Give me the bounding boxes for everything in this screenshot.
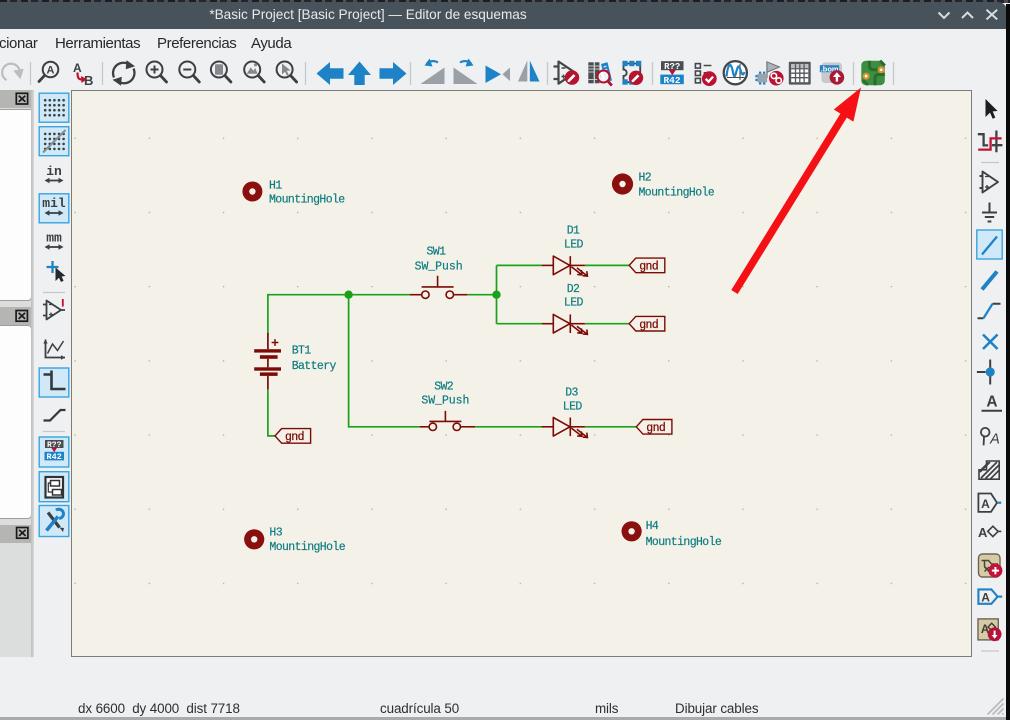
svg-text:A: A: [981, 590, 990, 604]
svg-text:H2: H2: [639, 172, 652, 185]
svg-text:SW_Push: SW_Push: [415, 261, 463, 274]
svg-text:SW_Push: SW_Push: [421, 395, 469, 408]
svg-text:gnd: gnd: [639, 261, 658, 274]
svg-text:H1: H1: [269, 180, 282, 193]
svg-text:Battery: Battery: [292, 360, 337, 373]
svg-text:MountingHole: MountingHole: [646, 536, 722, 549]
svg-text:A: A: [986, 394, 997, 411]
svg-text:H4: H4: [646, 520, 659, 533]
svg-text:gnd: gnd: [639, 319, 658, 332]
svg-text:R42: R42: [47, 452, 62, 462]
svg-text:MountingHole: MountingHole: [269, 541, 345, 554]
svg-text:gnd: gnd: [285, 431, 304, 444]
svg-text:gnd: gnd: [646, 422, 665, 435]
svg-text:MountingHole: MountingHole: [269, 194, 345, 207]
svg-text:in: in: [46, 164, 62, 179]
svg-text:B: B: [84, 73, 93, 88]
svg-text:mm: mm: [46, 231, 62, 246]
svg-text:D2: D2: [567, 283, 580, 296]
svg-text:SW1: SW1: [427, 246, 447, 259]
svg-text:LED: LED: [564, 297, 584, 310]
svg-text:LED: LED: [563, 400, 583, 413]
svg-text:LED: LED: [564, 239, 584, 252]
svg-text:D3: D3: [565, 387, 578, 400]
svg-text:A: A: [989, 431, 1000, 447]
svg-text:R42: R42: [663, 75, 680, 86]
svg-text:SW2: SW2: [434, 380, 454, 393]
svg-text:A: A: [47, 65, 55, 77]
svg-text:H3: H3: [269, 527, 282, 540]
svg-text:D1: D1: [567, 225, 580, 238]
svg-text:BT1: BT1: [292, 345, 312, 358]
svg-text:A: A: [978, 525, 988, 540]
svg-text:A: A: [981, 497, 990, 511]
svg-text:MountingHole: MountingHole: [639, 187, 715, 200]
svg-text:mil: mil: [42, 196, 66, 211]
